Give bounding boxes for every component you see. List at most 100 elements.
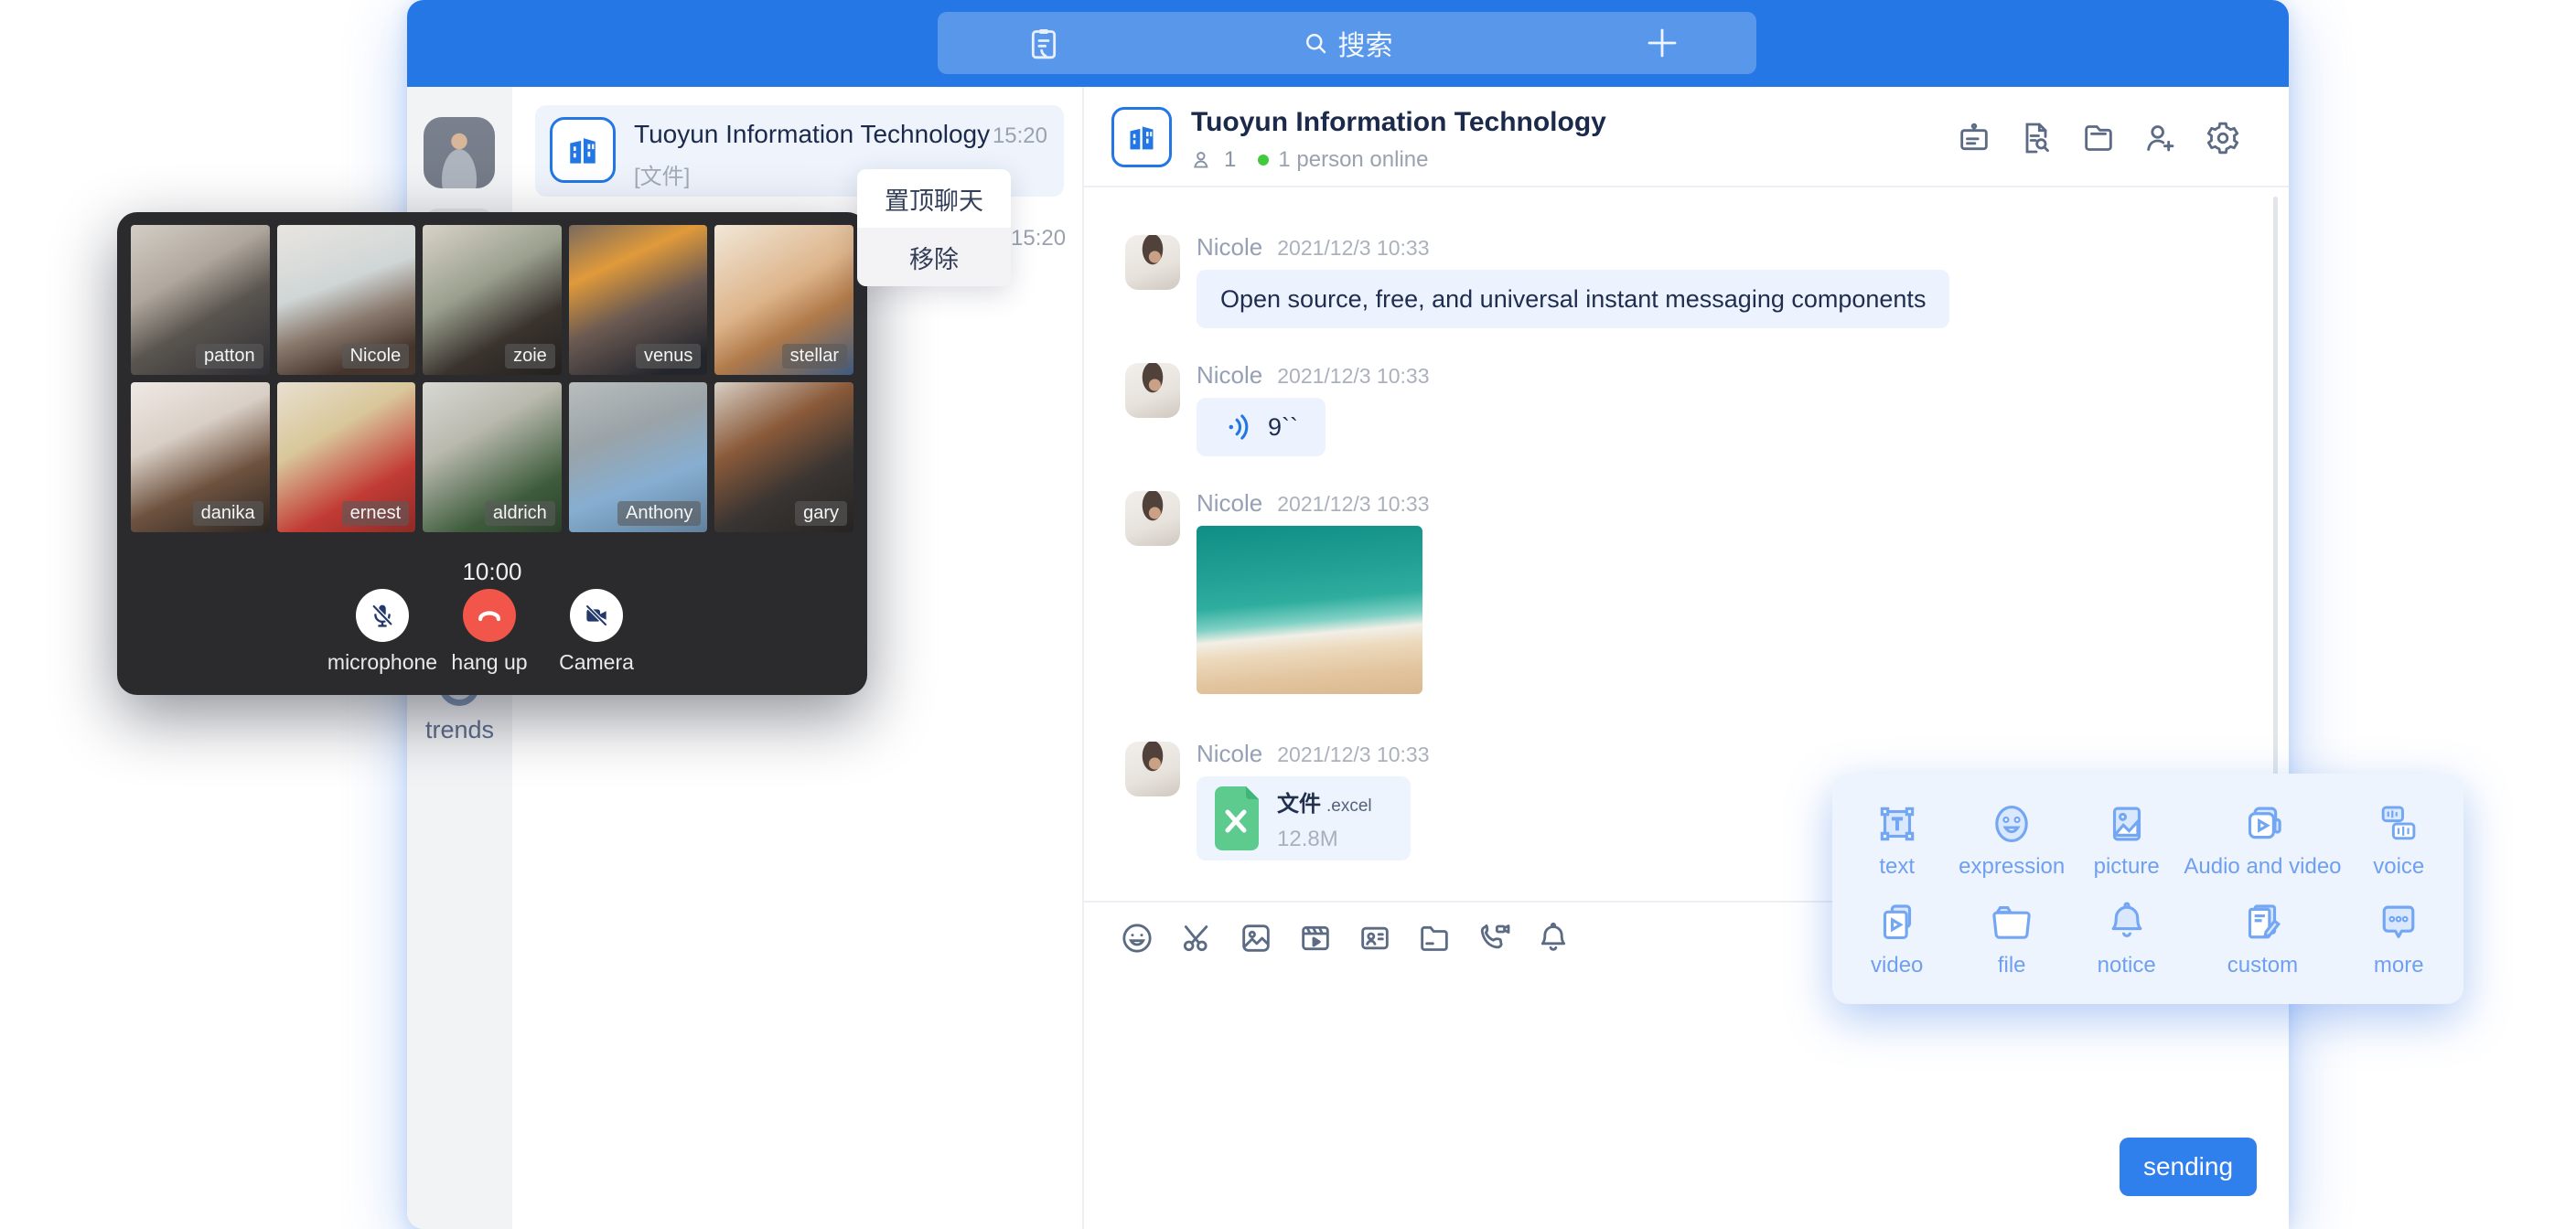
panel-item-audio-video[interactable]: Audio and video <box>2184 790 2341 889</box>
group-avatar[interactable] <box>1111 107 1172 167</box>
camera-button[interactable]: Camera <box>532 589 660 675</box>
notice-icon <box>2102 898 2152 947</box>
my-avatar[interactable] <box>424 117 495 188</box>
message-scrollbar[interactable] <box>2273 197 2278 850</box>
send-button[interactable]: sending <box>2120 1138 2257 1196</box>
building-icon <box>1123 119 1160 155</box>
search-field[interactable]: 搜索 <box>938 23 1756 63</box>
panel-item-custom[interactable]: custom <box>2184 889 2341 988</box>
online-dot <box>1258 155 1269 166</box>
panel-item-picture[interactable]: picture <box>2069 790 2184 889</box>
plus-icon <box>1643 24 1681 62</box>
video-tile: patton <box>131 225 270 375</box>
search-bar[interactable]: 搜索 <box>938 12 1756 74</box>
excel-file-icon <box>1211 786 1262 850</box>
panel-item-file[interactable]: file <box>1954 889 2068 988</box>
message-timestamp: 2021/12/3 10:33 <box>1277 364 1429 389</box>
participant-name: stellar <box>782 344 847 369</box>
image-message-thumbnail[interactable] <box>1197 526 1422 694</box>
participant-name: patton <box>196 344 263 369</box>
sender-avatar[interactable] <box>1125 742 1180 796</box>
participant-name: zoie <box>505 344 555 369</box>
microphone-off-icon <box>368 601 397 630</box>
screenshot-scissors-icon[interactable] <box>1178 920 1215 956</box>
send-image-icon[interactable] <box>1238 920 1274 956</box>
send-file-icon[interactable] <box>1416 920 1453 956</box>
panel-item-expression[interactable]: expression <box>1954 790 2068 889</box>
video-tile: stellar <box>714 225 853 375</box>
voice-wave-icon <box>1224 411 1255 443</box>
group-avatar <box>550 117 616 183</box>
voice-icon <box>2374 799 2423 849</box>
sender-name: Nicole <box>1197 233 1262 262</box>
expression-icon <box>1987 799 2036 849</box>
search-placeholder: 搜索 <box>1338 23 1393 63</box>
panel-item-notice[interactable]: notice <box>2069 889 2184 988</box>
chat-header-actions <box>1956 120 2241 156</box>
message-timestamp: 2021/12/3 10:33 <box>1277 492 1429 517</box>
voice-message-bubble[interactable]: 9`` <box>1197 398 1326 456</box>
panel-item-video[interactable]: video <box>1840 889 1954 988</box>
sender-avatar[interactable] <box>1125 491 1180 546</box>
participant-grid: patton Nicole zoie venus stellar danika … <box>131 225 853 532</box>
chat-subtitle: 1 1 person online <box>1191 147 1428 173</box>
custom-icon <box>2238 898 2287 947</box>
voice-duration: 9`` <box>1268 413 1298 442</box>
search-history-icon[interactable] <box>2018 120 2055 156</box>
participant-name: gary <box>795 501 847 526</box>
file-size: 12.8M <box>1277 827 1372 852</box>
file-name: 文件 <box>1277 792 1321 817</box>
video-tile: gary <box>714 382 853 532</box>
sender-name: Nicole <box>1197 361 1262 390</box>
picture-icon <box>2102 799 2152 849</box>
participant-name: venus <box>636 344 701 369</box>
conversation-time: 15:20 <box>993 123 1047 149</box>
add-button[interactable] <box>1643 24 1681 62</box>
camera-off-icon <box>582 601 611 630</box>
file-extension: .excel <box>1326 796 1372 816</box>
video-tile: zoie <box>423 225 562 375</box>
building-icon <box>563 130 603 170</box>
sender-avatar[interactable] <box>1125 363 1180 418</box>
message-bubble[interactable]: Open source, free, and universal instant… <box>1197 270 1949 328</box>
chat-header: Tuoyun Information Technology 1 1 person… <box>1084 87 2289 187</box>
message-text-content: Open source, free, and universal instant… <box>1220 285 1926 314</box>
sender-name: Nicole <box>1197 740 1262 768</box>
video-icon <box>1873 898 1922 947</box>
panel-item-text[interactable]: text <box>1840 790 1954 889</box>
call-controls: microphone hang up <box>117 589 867 677</box>
panel-item-voice[interactable]: voice <box>2342 790 2456 889</box>
add-member-icon[interactable] <box>2142 120 2179 156</box>
menu-item-remove[interactable]: 移除 <box>857 228 1011 286</box>
message-type-panel: text expression picture <box>1832 774 2463 1004</box>
message-timestamp: 2021/12/3 10:33 <box>1277 236 1429 261</box>
participant-name: Anthony <box>617 501 701 526</box>
hang-up-icon <box>474 600 505 631</box>
text-icon <box>1873 799 1922 849</box>
menu-item-pin-chat[interactable]: 置顶聊天 <box>857 169 1011 228</box>
more-icon <box>2374 898 2423 947</box>
message-timestamp: 2021/12/3 10:33 <box>1277 743 1429 767</box>
sender-avatar[interactable] <box>1125 235 1180 290</box>
camera-label: Camera <box>532 650 660 675</box>
emoji-icon[interactable] <box>1119 920 1155 956</box>
file-message-card[interactable]: 文件.excel 12.8M <box>1197 776 1411 860</box>
video-tile: ernest <box>277 382 416 532</box>
send-video-icon[interactable] <box>1297 920 1334 956</box>
contact-card-icon[interactable] <box>1357 920 1393 956</box>
chat-title: Tuoyun Information Technology <box>1191 107 1606 138</box>
call-icon[interactable] <box>1476 920 1512 956</box>
search-icon <box>1302 29 1329 57</box>
panel-item-more[interactable]: more <box>2342 889 2456 988</box>
participant-name: ernest <box>342 501 410 526</box>
app-topbar: 搜索 <box>407 0 2289 87</box>
sidebar-item-trends[interactable]: trends <box>407 716 512 744</box>
members-icon <box>1191 148 1215 172</box>
online-status: 1 person online <box>1278 147 1428 173</box>
settings-gear-icon[interactable] <box>2205 120 2241 156</box>
participant-name: danika <box>193 501 263 526</box>
folder-icon[interactable] <box>2080 120 2117 156</box>
video-tile: aldrich <box>423 382 562 532</box>
group-notice-icon[interactable] <box>1956 120 1992 156</box>
notification-bell-icon[interactable] <box>1535 920 1572 956</box>
